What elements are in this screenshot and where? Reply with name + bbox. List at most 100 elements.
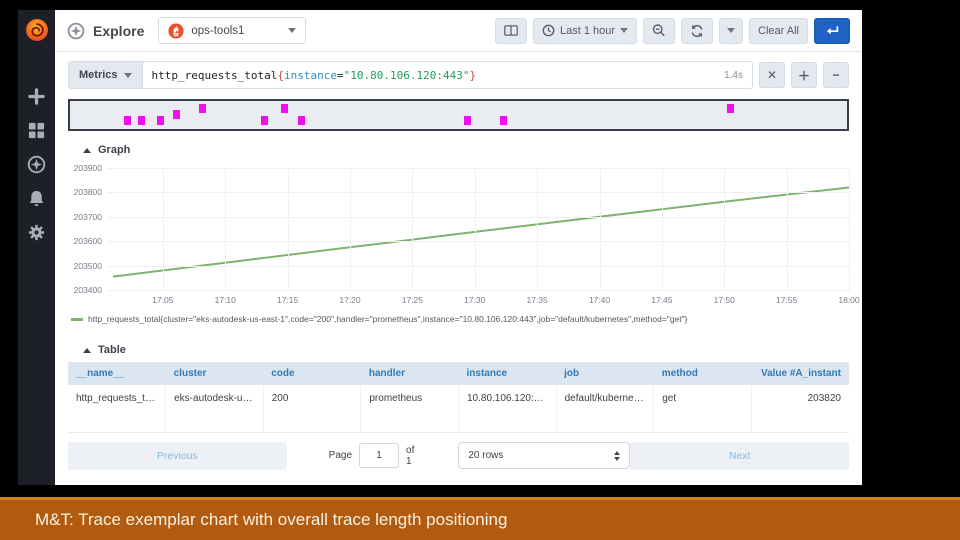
v-gridline [849, 168, 850, 290]
table-column-header[interactable]: cluster [165, 362, 264, 385]
table-column-header[interactable]: code [263, 362, 361, 385]
x-tick-label: 17:10 [214, 295, 236, 305]
exemplar-dot[interactable] [261, 116, 269, 125]
query-token-op: = [336, 68, 344, 82]
sidebar-item-configuration[interactable] [27, 223, 46, 242]
h-gridline [108, 216, 849, 218]
exemplar-dot[interactable] [281, 104, 289, 113]
exemplar-dot[interactable] [198, 104, 206, 113]
v-gridline [661, 168, 663, 290]
table-column-header[interactable]: method [653, 362, 752, 385]
table-cell: http_requests_total [68, 385, 167, 412]
table-column-header[interactable]: __name__ [68, 362, 166, 385]
page-label: Page [328, 450, 353, 461]
x-tick-label: 17:05 [152, 295, 174, 305]
split-view-button[interactable] [494, 17, 527, 44]
rows-per-page-select[interactable]: 20 rows [458, 442, 631, 469]
table-column-header[interactable]: handler [360, 362, 459, 385]
x-tick-label: 17:30 [464, 295, 486, 305]
refresh-icon [691, 24, 703, 37]
query-input[interactable]: http_requests_total{instance="10.80.106.… [143, 69, 725, 82]
clock-icon [542, 24, 555, 37]
v-gridline [786, 168, 788, 290]
remove-query-button[interactable]: ✕ [759, 62, 785, 88]
query-token-metric: http_requests_total [151, 68, 278, 82]
exemplar-dot[interactable] [297, 116, 305, 125]
table-column-header[interactable]: Value #A_instant [751, 362, 849, 385]
refresh-interval-dropdown[interactable] [719, 17, 744, 44]
table-cell: get [653, 385, 752, 412]
table-column-header[interactable]: job [556, 362, 654, 385]
dashboards-grid-icon [28, 122, 45, 139]
zoom-out-button[interactable] [643, 17, 676, 44]
chart-legend[interactable]: http_requests_total{cluster="eks-autodes… [71, 314, 849, 324]
collapse-triangle-icon [83, 147, 91, 153]
exemplar-dot[interactable] [727, 104, 735, 113]
h-gridline [108, 241, 849, 243]
legend-series-color [71, 317, 83, 321]
exemplar-dot[interactable] [463, 116, 471, 125]
collapse-query-button[interactable]: − [823, 62, 849, 88]
x-tick-label: 17:25 [401, 295, 424, 305]
v-gridline [537, 168, 539, 290]
sidebar-item-create[interactable] [27, 87, 46, 106]
metric-line-series[interactable] [113, 188, 849, 277]
exemplar-dot[interactable] [123, 116, 131, 125]
query-editor: Metrics http_requests_total{instance="10… [68, 61, 753, 89]
previous-page-button[interactable]: Previous [68, 441, 287, 470]
h-gridline [108, 192, 849, 194]
plot-area[interactable]: 203900 203800 203700 203600 203500 203400 [74, 162, 850, 295]
next-page-button[interactable]: Next [630, 441, 849, 470]
table-column-header[interactable]: instance [458, 362, 557, 385]
toolbar-actions: Last 1 hour Clear All [494, 17, 850, 44]
x-tick-label: 17:20 [339, 295, 361, 305]
sidebar-item-alerting[interactable] [27, 189, 46, 208]
alerting-bell-icon [29, 190, 44, 207]
clear-all-label: Clear All [758, 24, 799, 37]
run-query-button[interactable] [814, 17, 850, 44]
exemplar-dot[interactable] [138, 116, 146, 125]
table-cell: default/kubernetes [556, 385, 655, 412]
select-arrows-icon [614, 450, 621, 461]
add-query-button[interactable]: ＋ [791, 62, 817, 88]
table-cell: eks-autodesk-us-ea… [165, 385, 264, 412]
clear-all-button[interactable]: Clear All [749, 17, 808, 44]
split-view-icon [504, 25, 518, 36]
h-gridline [108, 290, 849, 291]
exemplar-dot[interactable] [157, 116, 165, 125]
time-range-picker[interactable]: Last 1 hour [532, 17, 638, 44]
grafana-logo-icon[interactable] [24, 17, 50, 43]
zoom-out-icon [652, 24, 665, 37]
explore-toolbar: Explore ops-tools1 Last 1 hour Clear All [55, 10, 862, 52]
query-token-brace: } [469, 68, 477, 82]
table-empty-row [68, 412, 849, 433]
exemplar-dot[interactable] [172, 110, 180, 119]
query-elapsed-time: 1.4s [724, 69, 743, 81]
x-tick-label: 17:45 [651, 295, 673, 305]
page-number-input[interactable] [359, 443, 400, 468]
sidebar-item-explore[interactable] [27, 155, 46, 174]
v-gridline [599, 168, 601, 290]
v-gridline [412, 168, 414, 290]
h-gridline [108, 265, 849, 267]
table-pagination: Previous Page of 1 20 rows Next [68, 441, 849, 470]
x-tick-label: 17:40 [588, 295, 611, 305]
datasource-name: ops-tools1 [191, 24, 245, 37]
graph-panel-header[interactable]: Graph [68, 137, 849, 162]
chart: 203900 203800 203700 203600 203500 203400 17:… [74, 162, 860, 307]
table-row: http_requests_total eks-autodesk-us-ea… 20… [68, 385, 849, 412]
v-gridline [287, 168, 289, 290]
query-row: Metrics http_requests_total{instance="10… [68, 61, 849, 89]
datasource-picker[interactable]: ops-tools1 [158, 17, 307, 44]
page-title: Explore [93, 22, 145, 39]
slide-caption-text: M&T: Trace exemplar chart with overall t… [35, 510, 508, 529]
query-token-string: "10.80.106.120:443" [343, 68, 470, 82]
refresh-button[interactable] [681, 17, 714, 44]
table-panel-header[interactable]: Table [68, 337, 849, 362]
metrics-dropdown-button[interactable]: Metrics [69, 62, 143, 88]
h-gridline [108, 168, 849, 169]
exemplar-dot[interactable] [500, 116, 508, 125]
v-gridline [474, 168, 476, 290]
collapse-triangle-icon [83, 347, 91, 353]
sidebar-item-dashboards[interactable] [27, 121, 46, 140]
